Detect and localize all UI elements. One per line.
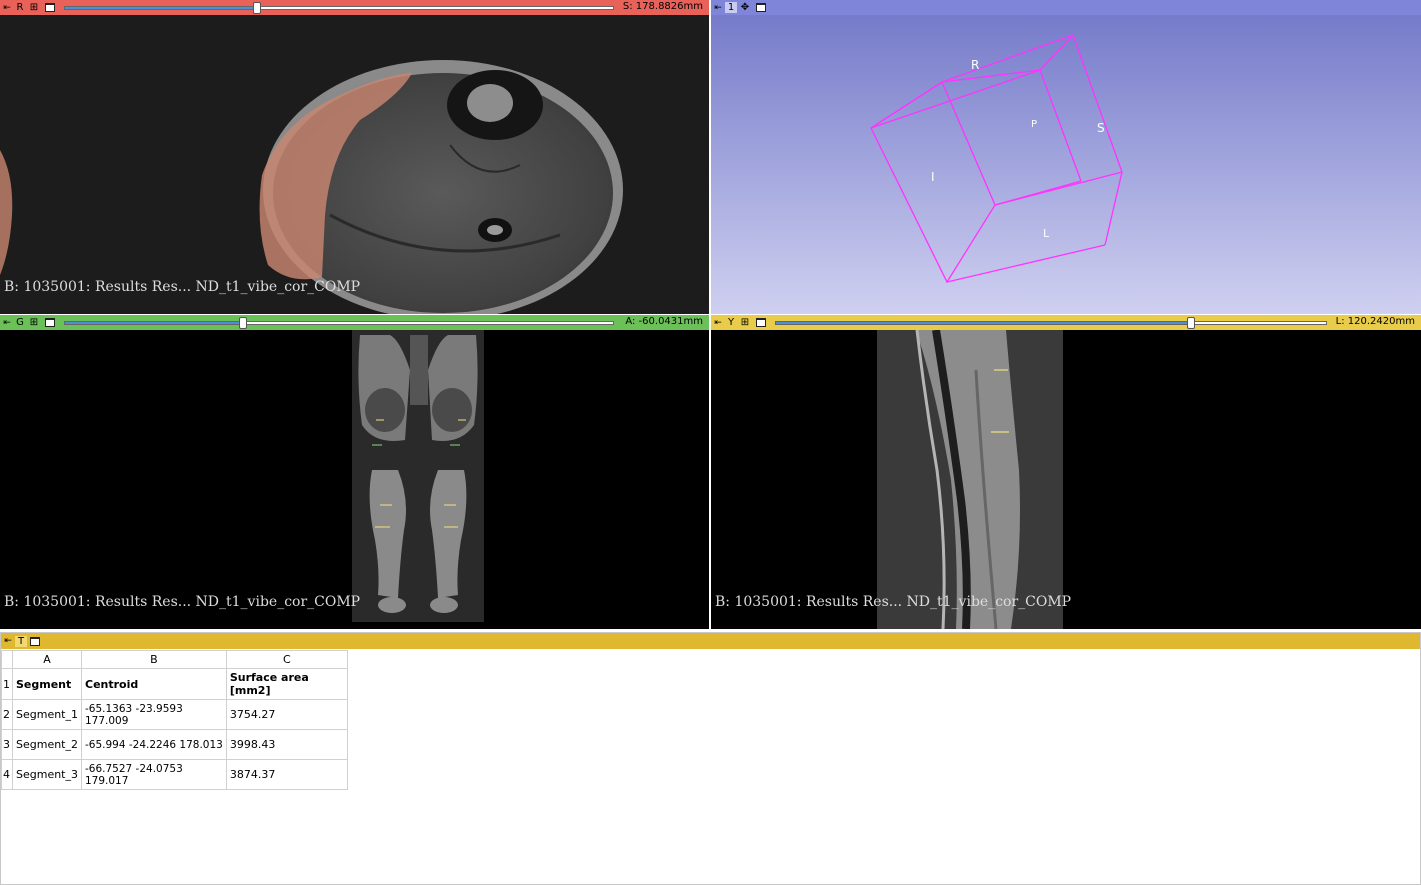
label-l: L	[1043, 227, 1050, 240]
slice-offset-value: S: 178.8826mm	[622, 1, 703, 12]
pin-icon[interactable]: ⇤	[1, 634, 15, 649]
table-cell[interactable]: -65.994 -24.2246 178.013	[81, 729, 227, 760]
slider-handle[interactable]	[239, 316, 247, 329]
row-number[interactable]: 3	[1, 729, 13, 760]
row-number[interactable]: 1	[1, 668, 13, 700]
maximize-view-icon[interactable]	[42, 0, 58, 15]
slider-handle[interactable]	[1187, 316, 1195, 329]
red-view-caption: B: 1035001: Results Res... ND_t1_vibe_co…	[4, 279, 361, 295]
maximize-view-icon[interactable]	[753, 315, 769, 330]
column-header-b[interactable]: B	[81, 650, 227, 669]
table-cell[interactable]: Segment_2	[12, 729, 82, 760]
link-icon[interactable]: ⊞	[26, 0, 42, 15]
slice-offset-slider[interactable]	[64, 1, 614, 14]
slice-offset-value: L: 120.2420mm	[1335, 316, 1415, 327]
coronal-mri-image	[352, 330, 484, 622]
red-slice-view[interactable]: ⇤ R ⊞ S: 178.8826mm B: 1035001: Results …	[0, 0, 709, 314]
pin-icon[interactable]: ⇤	[0, 0, 14, 15]
pin-icon[interactable]: ⇤	[711, 315, 725, 330]
bounding-box-3d: R P S I L	[870, 34, 1123, 284]
table-cell[interactable]: Segment	[12, 668, 82, 700]
red-view-controller-bar: ⇤ R ⊞ S: 178.8826mm	[0, 0, 709, 15]
column-header-a[interactable]: A	[12, 650, 82, 669]
view-tag: 1	[725, 2, 737, 13]
row-number[interactable]: 2	[1, 699, 13, 730]
link-icon[interactable]: ⊞	[737, 315, 753, 330]
maximize-view-icon[interactable]	[27, 634, 43, 649]
table-cell[interactable]: 3998.43	[225, 729, 348, 760]
center-view-icon[interactable]: ✥	[737, 0, 753, 15]
threed-view[interactable]: ⇤ 1 ✥ R P S I L	[711, 0, 1421, 314]
label-i: I	[931, 170, 935, 184]
pin-icon[interactable]: ⇤	[711, 0, 725, 15]
sagittal-mri-image	[877, 330, 1063, 629]
pin-icon[interactable]: ⇤	[0, 315, 14, 330]
green-view-caption: B: 1035001: Results Res... ND_t1_vibe_co…	[4, 594, 361, 610]
slider-handle[interactable]	[253, 1, 261, 14]
view-tag: Y	[727, 317, 735, 328]
table-cell[interactable]: -65.1363 -23.9593 177.009	[81, 699, 227, 730]
column-header-c[interactable]: C	[225, 650, 348, 669]
table-cell[interactable]: Centroid	[81, 668, 227, 700]
link-icon[interactable]: ⊞	[26, 315, 42, 330]
maximize-view-icon[interactable]	[42, 315, 58, 330]
yellow-view-caption: B: 1035001: Results Res... ND_t1_vibe_co…	[715, 594, 1072, 610]
maximize-view-icon[interactable]	[753, 0, 769, 15]
axial-mri-image	[0, 60, 623, 314]
table-cell[interactable]: 3874.37	[225, 759, 348, 790]
table-cell[interactable]: Segment_3	[12, 759, 82, 790]
slice-offset-slider[interactable]	[775, 316, 1327, 329]
row-number[interactable]: 4	[1, 759, 13, 790]
table-cell[interactable]: 3754.27	[225, 699, 348, 730]
table-cell[interactable]: Surface area [mm2]	[225, 668, 348, 700]
table-view: ⇤ T A B C 1 Segment Centroid Surface are…	[0, 632, 1421, 885]
measurements-table[interactable]: A B C 1 Segment Centroid Surface area [m…	[1, 650, 348, 790]
green-view-controller-bar: ⇤ G ⊞ A: -60.0431mm	[0, 315, 709, 330]
view-tag: T	[15, 635, 27, 647]
yellow-view-controller-bar: ⇤ Y ⊞ L: 120.2420mm	[711, 315, 1421, 330]
label-p: P	[1031, 119, 1037, 130]
label-s: S	[1097, 121, 1105, 135]
green-slice-view[interactable]: ⇤ G ⊞ A: -60.0431mm B: 1035001: Results …	[0, 315, 709, 629]
slice-offset-value: A: -60.0431mm	[625, 316, 703, 327]
table-cell[interactable]: Segment_1	[12, 699, 82, 730]
table-view-controller-bar: ⇤ T	[1, 633, 1420, 649]
view-tag: G	[16, 317, 24, 328]
view-tag: R	[16, 2, 24, 13]
label-r: R	[971, 58, 979, 72]
yellow-slice-view[interactable]: ⇤ Y ⊞ L: 120.2420mm B: 1035001: Results …	[711, 315, 1421, 629]
threed-view-controller-bar: ⇤ 1 ✥	[711, 0, 1421, 15]
table-cell[interactable]: -66.7527 -24.0753 179.017	[81, 759, 227, 790]
slice-offset-slider[interactable]	[64, 316, 614, 329]
